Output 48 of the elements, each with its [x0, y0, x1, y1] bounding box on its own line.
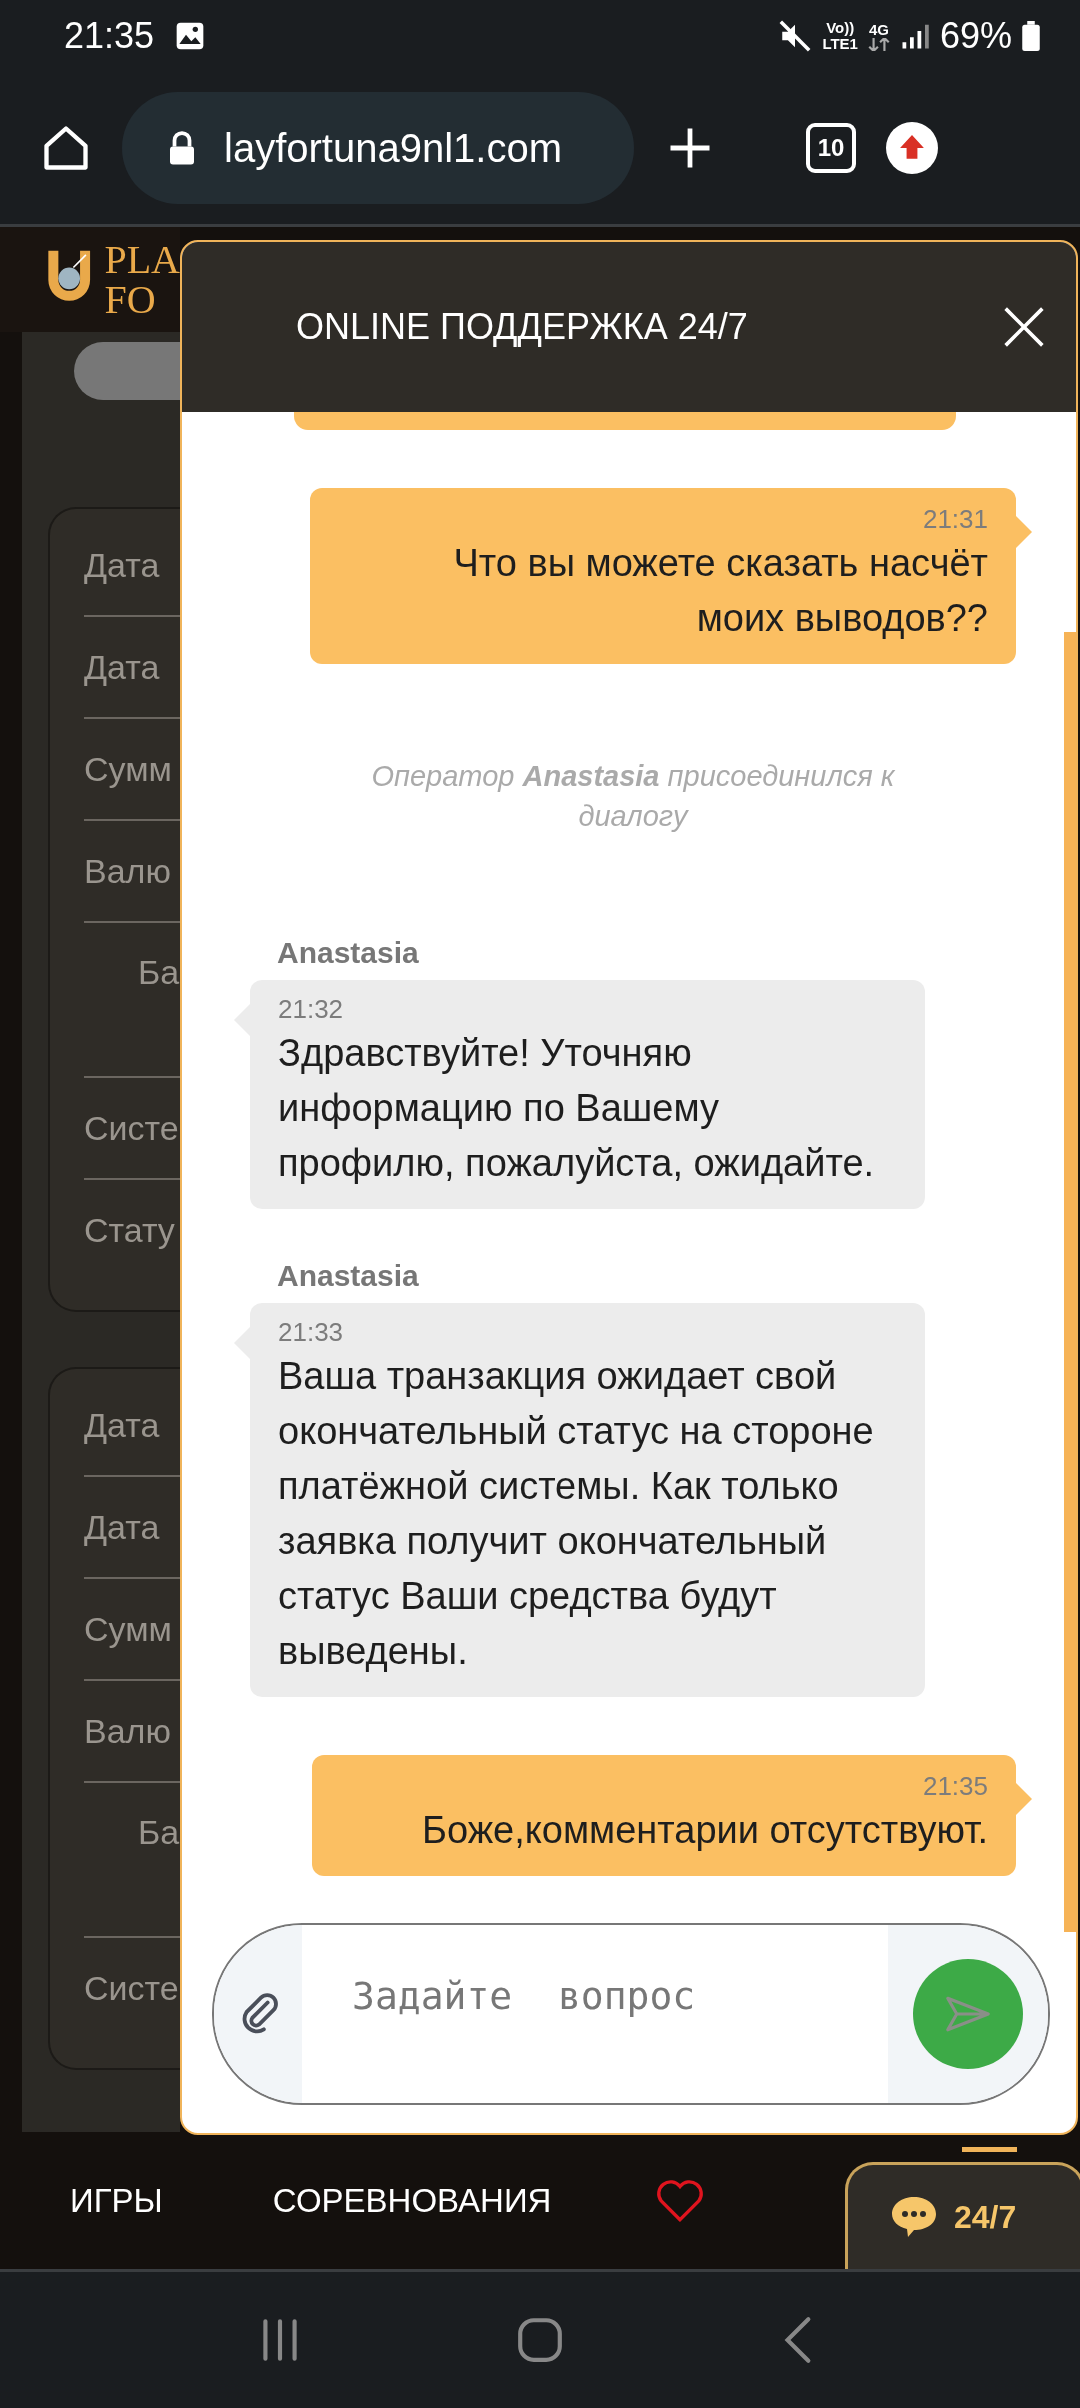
heart-icon[interactable] — [655, 2177, 706, 2224]
lte-label: LTE1 — [822, 36, 858, 52]
message-field[interactable]: Задайте вопрос — [212, 1923, 1050, 2105]
chat-title: ONLINE ПОДДЕРЖКА 24/7 — [296, 306, 748, 348]
field-label: Стату — [84, 1210, 175, 1250]
operator-name: Anastasia — [277, 936, 420, 970]
message-time: 21:32 — [278, 993, 345, 1026]
volte-label: Vo)) — [826, 20, 855, 36]
tab-count[interactable]: 10 — [806, 123, 856, 173]
message-text: Ваша транзакция ожидает свой окончательный статус на стороне платёжной системы. Как только заявка получит окончательный статус Ваши средства будут выведены. — [278, 1354, 875, 1674]
upload-icon[interactable] — [886, 122, 938, 174]
field-label: Валю — [84, 851, 171, 891]
nav-tab[interactable]: СОРЕВНОВАНИЯ — [272, 2181, 552, 2220]
nav-tab[interactable]: ИГРЫ — [70, 2181, 163, 2220]
message-text: Здравствуйте! Уточняю информацию по Вашему профилю, пожалуйста, ожидайте. — [278, 1031, 876, 1186]
field-label: Систе — [84, 1108, 179, 1148]
logo-text: FO — [104, 279, 157, 320]
data-arrows-icon — [867, 37, 890, 51]
close-icon[interactable] — [1002, 305, 1046, 349]
field-label: Валю — [84, 1711, 171, 1751]
field-label: Систе — [84, 1968, 179, 2008]
field-label: Дата — [84, 1405, 160, 1445]
network-type: 4G — [868, 21, 889, 38]
field-label: Сумм — [84, 1609, 172, 1649]
mute-icon — [778, 19, 813, 53]
field-label: Дата — [84, 647, 160, 687]
home-button-icon[interactable] — [515, 2315, 565, 2365]
message-time: 21:31 — [922, 503, 988, 536]
battery-icon — [1022, 21, 1040, 51]
message-time: 21:35 — [922, 1770, 988, 1803]
field-label: Ба — [138, 1813, 180, 1852]
field-label: Дата — [84, 1507, 160, 1547]
field-label: Дата — [84, 545, 160, 585]
address-bar[interactable]: layfortuna9nl1.com — [122, 92, 634, 204]
message-text: Боже,комментарии отсутствуют. — [422, 1808, 988, 1853]
speech-bubble-icon — [890, 2195, 938, 2239]
support-chat-button[interactable]: 24/7 — [845, 2162, 1080, 2269]
battery-percent: 69% — [939, 15, 1012, 57]
operator-name: Anastasia — [277, 1259, 420, 1293]
message-text: Что вы можете сказать насчёт моих выводов?? — [452, 541, 988, 641]
field-label: Сумм — [84, 749, 172, 789]
logo-text: PLA — [104, 239, 180, 280]
message-time: 21:33 — [278, 1316, 345, 1349]
scrollbar-thumb[interactable] — [1064, 632, 1076, 1932]
field-label: Ба — [138, 953, 180, 992]
url-text: layfortuna9nl1.com — [224, 125, 562, 171]
system-message: Оператор Anastasia присоединился к диалогу — [370, 759, 896, 834]
status-time: 21:35 — [64, 15, 155, 57]
